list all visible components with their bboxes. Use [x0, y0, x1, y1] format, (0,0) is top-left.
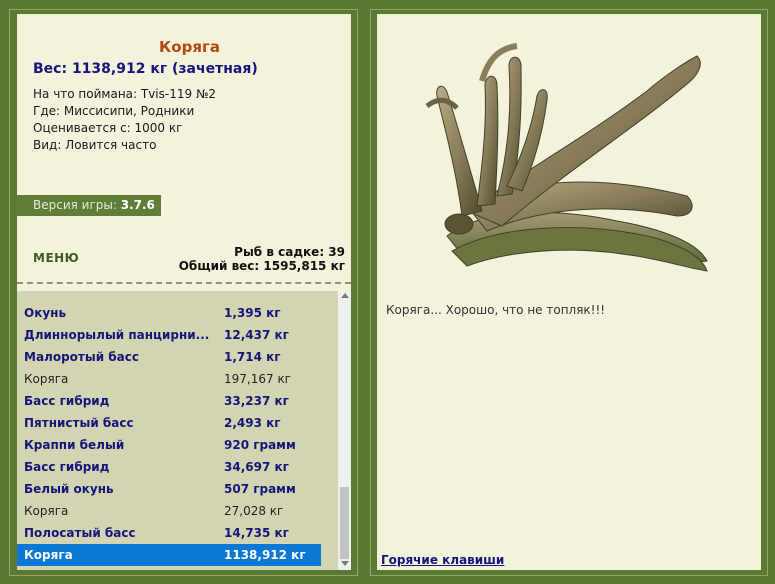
catch-list-row[interactable]: Окунь 1,395 кг [17, 302, 321, 324]
dashed-divider [17, 282, 351, 284]
keepnet-count: Рыб в садке: 39 [234, 245, 345, 259]
catch-list[interactable]: Окунь 1,395 кг Длиннорылый панцирни... 12,4… [17, 291, 351, 570]
scroll-thumb[interactable] [340, 487, 349, 559]
catch-name: Краппи белый [24, 438, 125, 452]
caught-on-text: На что поймана: Tvis-119 №2 [33, 87, 217, 101]
catch-weight: 197,167 кг [224, 372, 291, 386]
scroll-up-icon[interactable] [341, 293, 349, 298]
catch-list-row[interactable]: Коряга 197,167 кг [17, 368, 321, 390]
kind-text: Вид: Ловится часто [33, 138, 157, 152]
menu-button[interactable]: МЕНЮ [33, 251, 79, 265]
catch-weight: 27,028 кг [224, 504, 284, 518]
catch-list-row[interactable]: Пятнистый басс 2,493 кг [17, 412, 321, 434]
catch-list-row[interactable]: Коряга 27,028 кг [17, 500, 321, 522]
catch-name: Коряга [24, 548, 73, 562]
version-bar: Версия игры: 3.7.6 [17, 195, 161, 216]
catch-list-row[interactable]: Басс гибрид 34,697 кг [17, 456, 321, 478]
catch-list-row[interactable]: Коряга 1138,912 кг [17, 544, 321, 566]
catch-name: Малоротый басс [24, 350, 140, 364]
catch-weight: 1138,912 кг [224, 548, 306, 562]
fish-info-panel: Коряга Вес: 1138,912 кг (зачетная) На чт… [17, 14, 351, 570]
catch-name: Басс гибрид [24, 394, 110, 408]
catch-name: Полосатый басс [24, 526, 136, 540]
catch-message: Коряга... Хорошо, что не топляк!!! [386, 303, 606, 317]
fish-image-panel: Коряга... Хорошо, что не топляк!!! Горяч… [377, 14, 761, 570]
catch-list-row[interactable]: Басс гибрид 33,237 кг [17, 390, 321, 412]
right-panel: Коряга... Хорошо, что не топляк!!! Горяч… [370, 9, 768, 576]
catch-name: Басс гибрид [24, 460, 110, 474]
catch-weight: 920 грамм [224, 438, 296, 452]
catch-list-row[interactable]: Длиннорылый панцирни... 12,437 кг [17, 324, 321, 346]
catch-name: Пятнистый басс [24, 416, 134, 430]
fish-title: Коряга [159, 38, 220, 56]
catch-name: Коряга [24, 372, 69, 386]
left-panel: Коряга Вес: 1138,912 кг (зачетная) На чт… [9, 9, 358, 576]
catch-weight: 1,395 кг [224, 306, 281, 320]
location-text: Где: Миссисипи, Родники [33, 104, 195, 118]
catch-name: Коряга [24, 504, 69, 518]
catch-weight: 507 грамм [224, 482, 296, 496]
catch-name: Окунь [24, 306, 67, 320]
fish-weight: Вес: 1138,912 кг (зачетная) [33, 61, 258, 77]
catch-list-row[interactable]: Малоротый басс 1,714 кг [17, 346, 321, 368]
catch-weight: 2,493 кг [224, 416, 281, 430]
catch-list-row[interactable]: Полосатый басс 14,735 кг [17, 522, 321, 544]
scrollbar[interactable] [338, 291, 351, 570]
valued-from-text: Оценивается с: 1000 кг [33, 121, 183, 135]
version-value: 3.7.6 [120, 198, 155, 212]
catch-weight: 14,735 кг [224, 526, 289, 540]
driftwood-image [425, 43, 708, 272]
catch-name: Белый окунь [24, 482, 114, 496]
hotkeys-link[interactable]: Горячие клавиши [381, 553, 504, 567]
catch-list-row[interactable]: Белый окунь 507 грамм [17, 478, 321, 500]
catch-weight: 34,697 кг [224, 460, 289, 474]
keepnet-total-weight: Общий вес: 1595,815 кг [178, 259, 345, 273]
catch-weight: 1,714 кг [224, 350, 281, 364]
catch-weight: 33,237 кг [224, 394, 289, 408]
catch-list-row[interactable]: Краппи белый 920 грамм [17, 434, 321, 456]
version-label: Версия игры: [33, 198, 121, 212]
catch-weight: 12,437 кг [224, 328, 289, 342]
scroll-down-icon[interactable] [341, 561, 349, 566]
catch-name: Длиннорылый панцирни... [24, 328, 210, 342]
